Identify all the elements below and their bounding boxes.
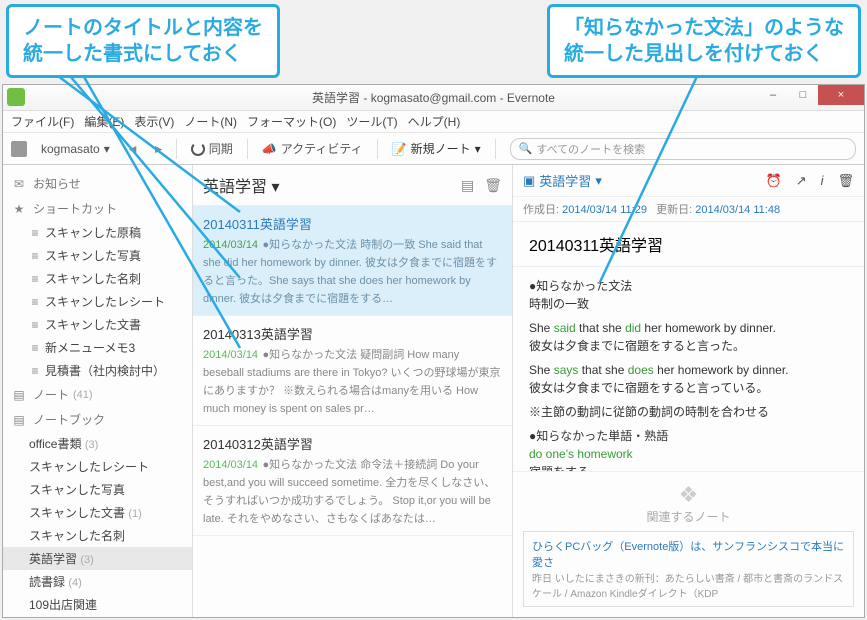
- notebook-item[interactable]: スキャンしたレシート: [3, 455, 192, 478]
- note-title[interactable]: 20140311英語学習: [513, 222, 864, 267]
- shortcut-item[interactable]: ≡スキャンした原稿: [3, 221, 192, 244]
- sidebar: ✉お知らせ ★ショートカット ≡スキャンした原稿≡スキャンした写真≡スキャンした…: [3, 165, 193, 617]
- menu-note[interactable]: ノート(N): [184, 113, 237, 130]
- sidebar-notebooks[interactable]: ▤ノートブック: [3, 407, 192, 432]
- trash-icon[interactable]: 🗑: [484, 177, 502, 194]
- nav-back-button[interactable]: ◄: [124, 142, 142, 156]
- notebook-item[interactable]: office書類 (3): [3, 432, 192, 455]
- note-dates: 作成日: 2014/03/14 11:29 更新日: 2014/03/14 11…: [513, 197, 864, 222]
- note-toolbar: ▣ 英語学習 ▾ ⏰ ↗ i 🗑: [513, 165, 864, 197]
- menu-view[interactable]: 表示(V): [134, 113, 174, 130]
- note-body[interactable]: ●知らなかった文法時制の一致 She said that she did her…: [513, 267, 864, 471]
- note-list-header: 英語学習 ▾ ▤ 🗑: [193, 165, 512, 206]
- shortcut-item[interactable]: ≡スキャンした文書: [3, 313, 192, 336]
- note-list-item[interactable]: 20140312英語学習2014/03/14 ●知らなかった文法 命令法＋接続詞…: [193, 426, 512, 536]
- callout-left: ノートのタイトルと内容を 統一した書式にしておく: [6, 4, 280, 78]
- note-icon: ▤: [13, 388, 25, 402]
- view-options-icon[interactable]: ▤: [461, 177, 474, 194]
- note-list-panel: 英語学習 ▾ ▤ 🗑 20140311英語学習2014/03/14 ●知らなかっ…: [193, 165, 513, 617]
- note-list-item[interactable]: 20140313英語学習2014/03/14 ●知らなかった文法 疑問副詞 Ho…: [193, 316, 512, 426]
- activity-button[interactable]: 📣 アクティビティ: [256, 138, 369, 159]
- titlebar: 英語学習 - kogmasato@gmail.com - Evernote – …: [3, 85, 864, 111]
- sync-icon: [191, 142, 205, 156]
- shortcut-item[interactable]: ≡スキャンした写真: [3, 244, 192, 267]
- sync-button[interactable]: 同期: [185, 138, 239, 159]
- app-window: 英語学習 - kogmasato@gmail.com - Evernote – …: [2, 84, 865, 618]
- window-title: 英語学習 - kogmasato@gmail.com - Evernote: [312, 89, 555, 106]
- notebook-item[interactable]: 英語学習 (3): [3, 547, 192, 570]
- maximize-button[interactable]: □: [788, 85, 818, 105]
- menu-help[interactable]: ヘルプ(H): [408, 113, 461, 130]
- shortcut-item[interactable]: ≡新メニューメモ3: [3, 336, 192, 359]
- star-icon: ★: [13, 202, 25, 216]
- sidebar-announce[interactable]: ✉お知らせ: [3, 171, 192, 196]
- note-list-item[interactable]: 20140311英語学習2014/03/14 ●知らなかった文法 時制の一致 S…: [193, 206, 512, 316]
- menu-edit[interactable]: 編集(E): [84, 113, 124, 130]
- notebook-selector[interactable]: ▣ 英語学習 ▾: [523, 171, 602, 190]
- menu-file[interactable]: ファイル(F): [11, 113, 74, 130]
- info-icon[interactable]: i: [821, 173, 824, 188]
- menu-format[interactable]: フォーマット(O): [247, 113, 336, 130]
- reminder-icon[interactable]: ⏰: [766, 173, 782, 189]
- toolbar: kogmasato ▾ ◄ ► 同期 📣 アクティビティ 📝 新規ノート ▾ 🔍…: [3, 133, 864, 165]
- book-icon: ▤: [13, 413, 25, 427]
- notebook-item[interactable]: スキャンした名刺: [3, 524, 192, 547]
- related-notes: ❖ 関連するノート ひらくPCバッグ（Evernote版）は、サンフランシスコで…: [513, 471, 864, 617]
- menu-tool[interactable]: ツール(T): [346, 113, 397, 130]
- shortcut-item[interactable]: ≡スキャンしたレシート: [3, 290, 192, 313]
- shortcut-item[interactable]: ≡見積書（社内検討中）: [3, 359, 192, 382]
- note-list-title[interactable]: 英語学習 ▾: [203, 173, 280, 197]
- new-note-button[interactable]: 📝 新規ノート ▾: [386, 138, 487, 159]
- related-card[interactable]: ひらくPCバッグ（Evernote版）は、サンフランシスコで本当に愛さ 昨日 い…: [523, 531, 854, 607]
- avatar-icon: [11, 141, 27, 157]
- menu-bar: ファイル(F) 編集(E) 表示(V) ノート(N) フォーマット(O) ツール…: [3, 111, 864, 133]
- notebook-item[interactable]: 最初のノートブック (9): [3, 616, 192, 617]
- sidebar-shortcuts[interactable]: ★ショートカット: [3, 196, 192, 221]
- minimize-button[interactable]: –: [758, 85, 788, 105]
- sidebar-notes[interactable]: ▤ノート (41): [3, 382, 192, 407]
- share-icon[interactable]: ↗: [796, 173, 807, 189]
- app-icon: [7, 88, 25, 106]
- notebook-item[interactable]: スキャンした写真: [3, 478, 192, 501]
- notebook-item[interactable]: スキャンした文書 (1): [3, 501, 192, 524]
- notebook-item[interactable]: 109出店関連: [3, 593, 192, 616]
- delete-icon[interactable]: 🗑: [837, 173, 854, 189]
- note-pane: ▣ 英語学習 ▾ ⏰ ↗ i 🗑 作成日: 2014/03/14 11:29 更…: [513, 165, 864, 617]
- search-input[interactable]: 🔍 すべてのノートを検索: [510, 138, 856, 160]
- chat-icon: ✉: [13, 177, 25, 191]
- shortcut-item[interactable]: ≡スキャンした名刺: [3, 267, 192, 290]
- notebook-item[interactable]: 読書録 (4): [3, 570, 192, 593]
- nav-fwd-button[interactable]: ►: [150, 142, 168, 156]
- evernote-icon: ❖: [523, 482, 854, 508]
- user-menu[interactable]: kogmasato ▾: [35, 140, 116, 158]
- close-button[interactable]: ×: [818, 85, 864, 105]
- callout-right: 「知らなかった文法」のような 統一した見出しを付けておく: [547, 4, 861, 78]
